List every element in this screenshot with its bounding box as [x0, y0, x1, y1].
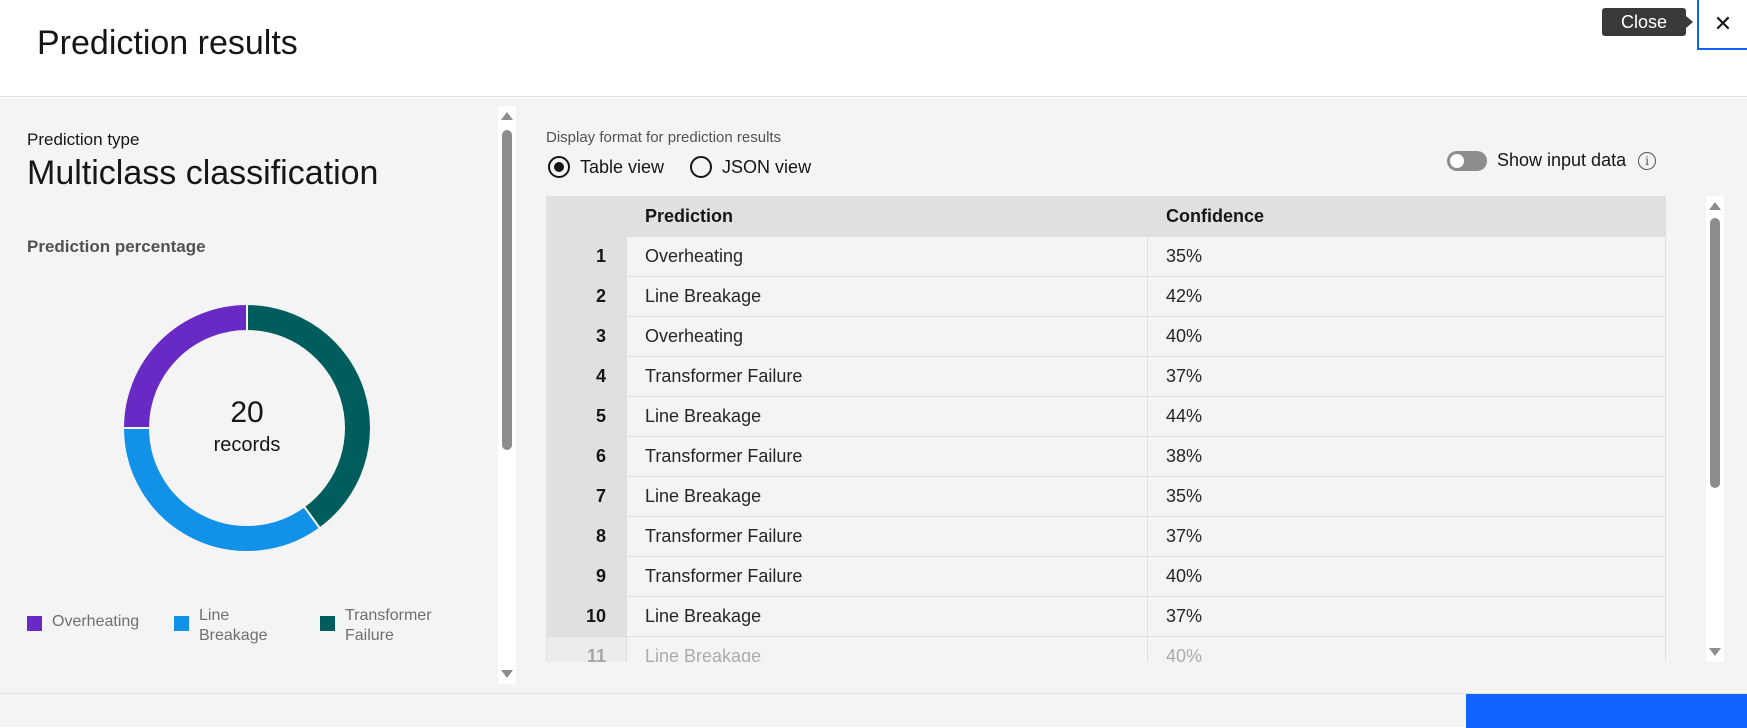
table-row[interactable]: 1 Overheating 35%: [546, 236, 1666, 277]
prediction-cell: Overheating: [626, 236, 1148, 277]
results-table: Prediction Confidence 1 Overheating 35% 2 Li…: [546, 196, 1666, 662]
prediction-cell: Overheating: [626, 316, 1148, 357]
column-header-prediction[interactable]: Prediction: [626, 196, 1148, 237]
scroll-up-icon[interactable]: [501, 112, 513, 120]
confidence-cell: 40%: [1147, 636, 1666, 662]
donut-center-number: 20: [230, 396, 264, 429]
row-index: 10: [546, 596, 627, 637]
donut-center-label: records: [213, 434, 281, 456]
table-row[interactable]: 10 Line Breakage 37%: [546, 596, 1666, 637]
radio-label: Table view: [580, 156, 665, 177]
confidence-cell: 35%: [1147, 236, 1666, 277]
radio-table-view[interactable]: Table view: [548, 156, 664, 178]
legend-swatch: [174, 616, 189, 631]
prediction-type-label: Prediction type: [27, 130, 140, 149]
table-row[interactable]: 8 Transformer Failure 37%: [546, 516, 1666, 557]
radio-json-view[interactable]: JSON view: [690, 156, 811, 178]
legend-label: Overheating: [52, 613, 140, 630]
row-index: 9: [546, 556, 627, 597]
column-header-index: [546, 196, 627, 237]
scroll-up-icon[interactable]: [1709, 202, 1721, 210]
confidence-cell: 37%: [1147, 516, 1666, 557]
close-icon: ✕: [1713, 11, 1733, 36]
modal-body: Prediction type Multiclass classificatio…: [0, 98, 1747, 693]
results-table-container: Prediction Confidence 1 Overheating 35% 2 Li…: [546, 196, 1666, 662]
scroll-down-icon[interactable]: [501, 670, 513, 678]
row-index: 5: [546, 396, 627, 437]
prediction-cell: Line Breakage: [626, 636, 1148, 662]
show-input-data-toggle-group: Show input data i: [1447, 150, 1657, 171]
table-header-row: Prediction Confidence: [546, 196, 1666, 237]
row-index: 2: [546, 276, 627, 317]
radio-unchecked-icon: [690, 156, 713, 178]
scroll-thumb[interactable]: [502, 130, 512, 450]
scroll-down-icon[interactable]: [1709, 648, 1721, 656]
confidence-cell: 42%: [1147, 276, 1666, 317]
column-header-confidence[interactable]: Confidence: [1147, 196, 1666, 237]
row-index: 8: [546, 516, 627, 557]
confidence-cell: 40%: [1147, 316, 1666, 357]
prediction-cell: Line Breakage: [626, 596, 1148, 637]
scroll-thumb[interactable]: [1710, 218, 1720, 488]
legend-swatch: [27, 616, 42, 631]
primary-button[interactable]: [1466, 694, 1747, 728]
row-index: 3: [546, 316, 627, 357]
prediction-cell: Transformer Failure: [626, 356, 1148, 397]
modal-footer: [0, 693, 1747, 728]
table-scrollbar[interactable]: [1706, 196, 1724, 662]
prediction-cell: Transformer Failure: [626, 516, 1148, 557]
table-row[interactable]: 11 Line Breakage 40%: [546, 636, 1666, 662]
legend-label: Transformer Failure: [345, 607, 432, 644]
row-index: 11: [546, 636, 627, 662]
row-index: 6: [546, 436, 627, 477]
confidence-cell: 37%: [1147, 596, 1666, 637]
legend-swatch: [320, 616, 335, 631]
display-format-label: Display format for prediction results: [546, 129, 782, 146]
prediction-cell: Line Breakage: [626, 396, 1148, 437]
confidence-cell: 40%: [1147, 556, 1666, 597]
row-index: 7: [546, 476, 627, 517]
table-row[interactable]: 4 Transformer Failure 37%: [546, 356, 1666, 397]
close-tooltip: Close: [1602, 8, 1694, 36]
prediction-type-value: Multiclass classification: [27, 154, 379, 192]
legend-label: Line Breakage: [199, 607, 268, 644]
table-row[interactable]: 3 Overheating 40%: [546, 316, 1666, 357]
table-row[interactable]: 7 Line Breakage 35%: [546, 476, 1666, 517]
radio-label: JSON view: [722, 156, 812, 177]
prediction-cell: Transformer Failure: [626, 556, 1148, 597]
row-index: 1: [546, 236, 627, 277]
radio-checked-icon: [548, 156, 570, 178]
legend-item-line-breakage[interactable]: Line Breakage: [174, 606, 268, 646]
show-input-data-toggle[interactable]: [1447, 150, 1487, 171]
legend-item-transformer-failure[interactable]: Transformer Failure: [320, 606, 432, 646]
prediction-percentage-label: Prediction percentage: [27, 237, 206, 256]
results-panel: Display format for prediction results Ta…: [526, 98, 1747, 693]
prediction-cell: Line Breakage: [626, 476, 1148, 517]
table-row[interactable]: 6 Transformer Failure 38%: [546, 436, 1666, 477]
left-scrollbar[interactable]: [498, 106, 516, 684]
modal-header: Prediction results Close ✕: [0, 0, 1747, 97]
confidence-cell: 44%: [1147, 396, 1666, 437]
close-button[interactable]: ✕: [1697, 0, 1747, 50]
table-row[interactable]: 9 Transformer Failure 40%: [546, 556, 1666, 597]
confidence-cell: 37%: [1147, 356, 1666, 397]
legend-item-overheating[interactable]: Overheating: [27, 606, 139, 632]
toggle-label: Show input data: [1497, 150, 1627, 170]
page-title: Prediction results: [37, 24, 298, 62]
table-row[interactable]: 2 Line Breakage 42%: [546, 276, 1666, 317]
table-row[interactable]: 5 Line Breakage 44%: [546, 396, 1666, 437]
row-index: 4: [546, 356, 627, 397]
prediction-cell: Line Breakage: [626, 276, 1148, 317]
info-icon[interactable]: i: [1638, 151, 1657, 170]
confidence-cell: 35%: [1147, 476, 1666, 517]
summary-panel: Prediction type Multiclass classificatio…: [0, 98, 516, 693]
confidence-cell: 38%: [1147, 436, 1666, 477]
display-format-radio-group: Table view JSON view: [548, 156, 837, 178]
prediction-cell: Transformer Failure: [626, 436, 1148, 477]
donut-chart: 20 records: [121, 302, 373, 554]
